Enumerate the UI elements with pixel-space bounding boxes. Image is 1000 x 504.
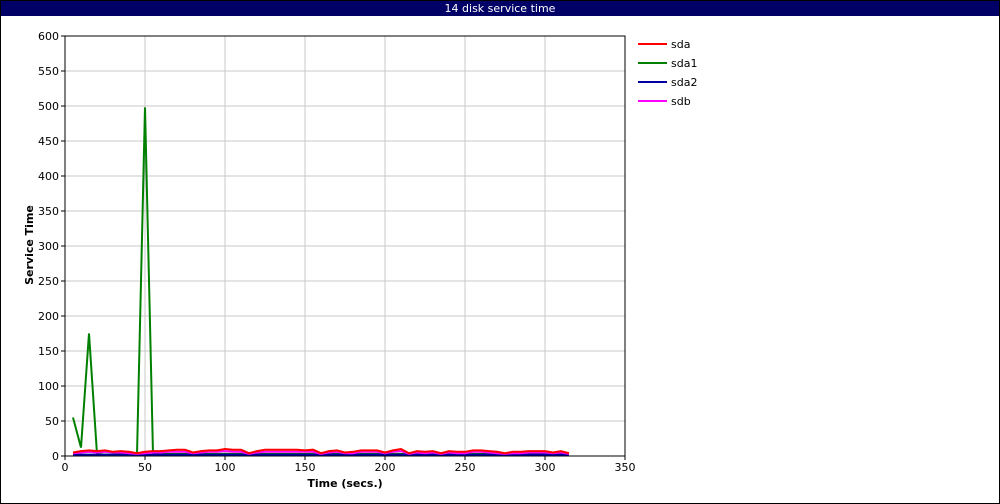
legend-label-sda2: sda2 [671,76,697,89]
y-tick-label: 150 [38,345,59,358]
x-tick-label: 50 [138,461,152,474]
legend-label-sda: sda [671,38,690,51]
legend-label-sdb: sdb [671,95,691,108]
legend: sda sda1 sda2 sdb [638,38,697,108]
x-tick-label: 300 [535,461,556,474]
x-tick-label: 250 [455,461,476,474]
y-tick-label: 0 [52,450,59,463]
x-axis-label: Time (secs.) [307,477,382,490]
x-tick-label: 200 [375,461,396,474]
y-tick-label: 550 [38,65,59,78]
y-tick-label: 450 [38,135,59,148]
service-time-chart: 0 50 100 150 200 250 300 350 400 450 500 550 600 0 50 1… [23,30,697,490]
legend-label-sda1: sda1 [671,57,697,70]
y-tick-label: 600 [38,30,59,43]
y-tick-label: 250 [38,275,59,288]
y-tick-label: 500 [38,100,59,113]
y-tick-label: 50 [45,415,59,428]
y-tick-label: 350 [38,205,59,218]
x-tick-label: 150 [295,461,316,474]
y-tick-label: 100 [38,380,59,393]
y-axis-label: Service Time [23,205,36,285]
axes: 0 50 100 150 200 250 300 350 400 450 500 550 600 0 50 1… [38,30,636,474]
x-tick-label: 350 [615,461,636,474]
y-tick-label: 300 [38,240,59,253]
y-tick-label: 400 [38,170,59,183]
y-tick-label: 200 [38,310,59,323]
x-tick-label: 0 [62,461,69,474]
series-line-sda [72,447,570,455]
x-tick-label: 100 [215,461,236,474]
